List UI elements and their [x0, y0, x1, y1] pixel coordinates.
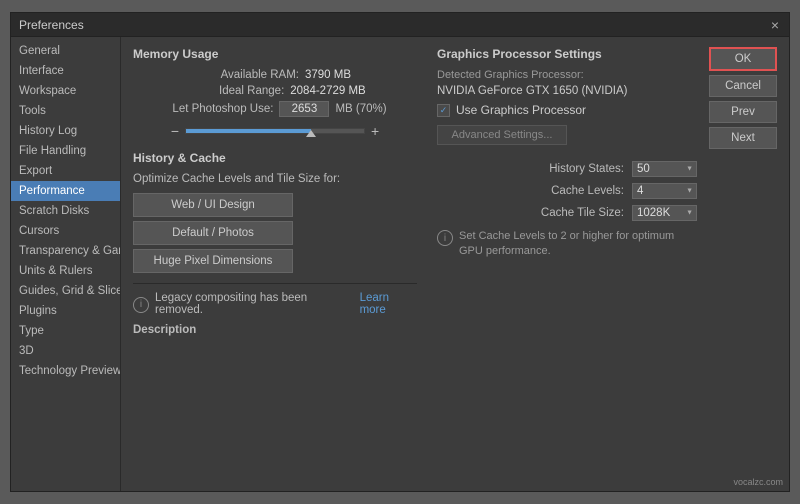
legacy-text: Legacy compositing has been removed.: [155, 292, 354, 316]
sidebar-item-guides-grid--slices[interactable]: Guides, Grid & Slices: [11, 281, 120, 301]
close-button[interactable]: ×: [769, 17, 781, 33]
prev-button[interactable]: Prev: [709, 101, 777, 123]
advanced-settings-button[interactable]: Advanced Settings...: [437, 125, 567, 145]
cache-section-title: History & Cache: [133, 151, 417, 165]
memory-section-title: Memory Usage: [133, 47, 417, 61]
history-states-select-wrapper: 50: [632, 161, 697, 177]
cache-tile-row: Cache Tile Size: 1028K: [437, 205, 697, 221]
sidebar-item-workspace[interactable]: Workspace: [11, 81, 120, 101]
sidebar-item-type[interactable]: Type: [11, 321, 120, 341]
memory-slider-fill: [186, 129, 311, 133]
cache-tile-select[interactable]: 1028K: [632, 205, 697, 221]
history-states-select[interactable]: 50: [632, 161, 697, 177]
ok-button[interactable]: OK: [709, 47, 777, 71]
let-photoshop-label: Let Photoshop Use:: [163, 103, 273, 115]
main-area: Memory Usage Available RAM: 3790 MB Idea…: [121, 37, 709, 491]
legacy-row: i Legacy compositing has been removed. L…: [133, 292, 417, 316]
action-buttons: OK Cancel Prev Next: [709, 37, 789, 491]
gpu-note: i Set Cache Levels to 2 or higher for op…: [437, 229, 697, 260]
bottom-section: i Legacy compositing has been removed. L…: [133, 283, 417, 336]
memory-input[interactable]: [279, 101, 329, 117]
sidebar-item-file-handling[interactable]: File Handling: [11, 141, 120, 161]
preferences-dialog: Preferences × GeneralInterfaceWorkspaceT…: [10, 12, 790, 492]
slider-increase-button[interactable]: +: [371, 123, 379, 139]
cache-section: History & Cache Optimize Cache Levels an…: [133, 151, 417, 273]
ideal-range-value: 2084-2729 MB: [290, 85, 365, 97]
web-ui-design-button[interactable]: Web / UI Design: [133, 193, 293, 217]
sidebar-item-general[interactable]: General: [11, 41, 120, 61]
use-gpu-label: Use Graphics Processor: [456, 103, 586, 117]
available-ram-row: Available RAM: 3790 MB: [133, 69, 417, 81]
sidebar-item-interface[interactable]: Interface: [11, 61, 120, 81]
available-ram-label: Available RAM:: [199, 69, 299, 81]
gpu-note-text: Set Cache Levels to 2 or higher for opti…: [459, 229, 697, 260]
photoshop-use-row: Let Photoshop Use: MB (70%): [133, 101, 417, 117]
memory-slider-row: − +: [133, 123, 417, 139]
memory-slider-track[interactable]: [185, 128, 365, 134]
sidebar-item-transparency--gamut[interactable]: Transparency & Gamut: [11, 241, 120, 261]
gpu-value: NVIDIA GeForce GTX 1650 (NVIDIA): [437, 85, 627, 97]
cancel-button[interactable]: Cancel: [709, 75, 777, 97]
adv-settings-wrapper: Advanced Settings...: [437, 123, 697, 145]
right-column: Graphics Processor Settings Detected Gra…: [437, 47, 697, 481]
sidebar-item-export[interactable]: Export: [11, 161, 120, 181]
dialog-title: Preferences: [19, 18, 84, 32]
huge-pixel-button[interactable]: Huge Pixel Dimensions: [133, 249, 293, 273]
history-states-label: History States:: [544, 163, 624, 175]
slider-decrease-button[interactable]: −: [171, 123, 179, 139]
main-columns: Memory Usage Available RAM: 3790 MB Idea…: [133, 47, 697, 481]
gpu-section-title: Graphics Processor Settings: [437, 47, 697, 61]
cache-subtitle: Optimize Cache Levels and Tile Size for:: [133, 173, 417, 185]
sidebar-item-performance[interactable]: Performance: [11, 181, 120, 201]
cache-levels-label: Cache Levels:: [544, 185, 624, 197]
sidebar-item-history-log[interactable]: History Log: [11, 121, 120, 141]
title-bar: Preferences ×: [11, 13, 789, 37]
cache-levels-row: Cache Levels: 4: [437, 183, 697, 199]
left-column: Memory Usage Available RAM: 3790 MB Idea…: [133, 47, 417, 481]
next-button[interactable]: Next: [709, 127, 777, 149]
default-photos-button[interactable]: Default / Photos: [133, 221, 293, 245]
memory-section: Memory Usage Available RAM: 3790 MB Idea…: [133, 47, 417, 139]
available-ram-value: 3790 MB: [305, 69, 351, 81]
sidebar-item-technology-previews[interactable]: Technology Previews: [11, 361, 120, 381]
sidebar-item-tools[interactable]: Tools: [11, 101, 120, 121]
cache-tile-label: Cache Tile Size:: [541, 207, 624, 219]
cache-tile-select-wrapper: 1028K: [632, 205, 697, 221]
ideal-range-row: Ideal Range: 2084-2729 MB: [133, 85, 417, 97]
detected-gpu-row: Detected Graphics Processor:: [437, 69, 697, 81]
gpu-note-icon: i: [437, 230, 453, 246]
sidebar-item-plugins[interactable]: Plugins: [11, 301, 120, 321]
memory-slider-thumb: [306, 130, 316, 137]
detected-gpu-label: Detected Graphics Processor:: [437, 69, 584, 81]
learn-more-link[interactable]: Learn more: [360, 292, 417, 316]
sidebar-item-3d[interactable]: 3D: [11, 341, 120, 361]
watermark: vocalzc.com: [733, 477, 783, 487]
sidebar-item-units--rulers[interactable]: Units & Rulers: [11, 261, 120, 281]
use-gpu-checkbox[interactable]: [437, 104, 450, 117]
legacy-info-icon: i: [133, 297, 149, 313]
cache-levels-select[interactable]: 4: [632, 183, 697, 199]
use-gpu-row[interactable]: Use Graphics Processor: [437, 103, 697, 117]
history-states-row: History States: 50: [437, 161, 697, 177]
dialog-content: GeneralInterfaceWorkspaceToolsHistory Lo…: [11, 37, 789, 491]
sidebar-item-scratch-disks[interactable]: Scratch Disks: [11, 201, 120, 221]
cache-levels-select-wrapper: 4: [632, 183, 697, 199]
gpu-section: Graphics Processor Settings Detected Gra…: [437, 47, 697, 145]
mb-label: MB (70%): [335, 103, 386, 115]
cache-settings-group: History States: 50 Cache Levels:: [437, 161, 697, 260]
description-label: Description: [133, 324, 417, 336]
sidebar: GeneralInterfaceWorkspaceToolsHistory Lo…: [11, 37, 121, 491]
gpu-value-row: NVIDIA GeForce GTX 1650 (NVIDIA): [437, 85, 697, 97]
cache-buttons-group: Web / UI Design Default / Photos Huge Pi…: [133, 193, 417, 273]
sidebar-item-cursors[interactable]: Cursors: [11, 221, 120, 241]
ideal-range-label: Ideal Range:: [184, 85, 284, 97]
